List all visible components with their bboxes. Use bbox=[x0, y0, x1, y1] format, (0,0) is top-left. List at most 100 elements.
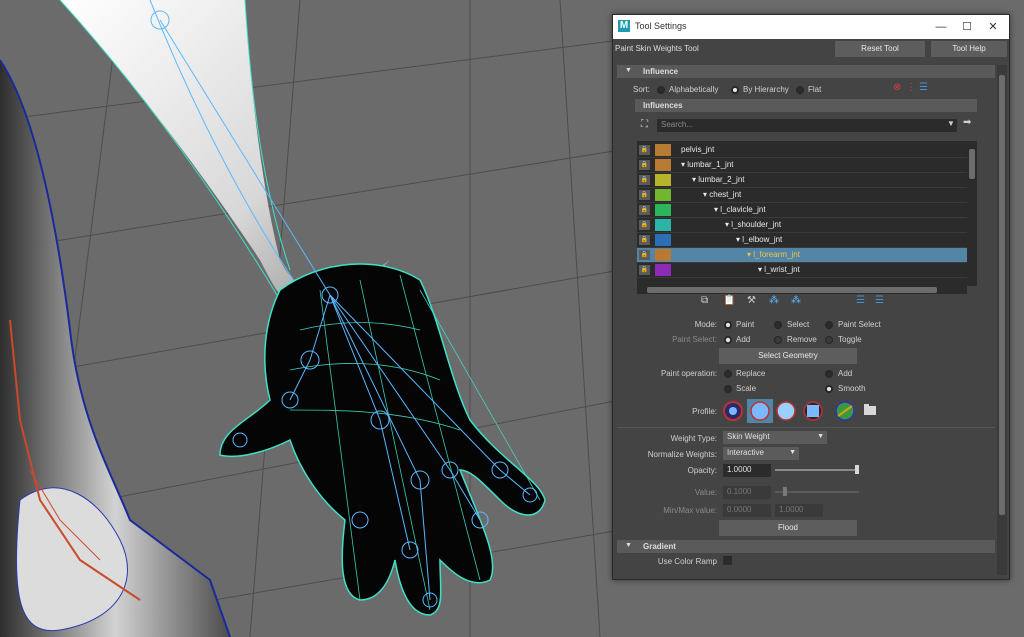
influence-row[interactable]: 🔒 ▾ lumbar_2_jnt bbox=[637, 173, 967, 188]
mode-paint-radio[interactable] bbox=[724, 321, 732, 329]
paint-select-remove-label: Remove bbox=[787, 335, 817, 344]
flood-button[interactable]: Flood bbox=[719, 520, 857, 536]
paint-select-label: Paint Select: bbox=[672, 335, 717, 344]
influence-color-swatch[interactable] bbox=[655, 189, 671, 201]
influences-subheader[interactable]: Influences bbox=[635, 99, 977, 112]
lock-icon[interactable]: 🔒 bbox=[639, 265, 650, 275]
move-weights-icon[interactable]: ⁂ bbox=[769, 295, 779, 306]
minimize-button[interactable]: — bbox=[929, 18, 953, 36]
lock-icon[interactable]: 🔒 bbox=[639, 145, 650, 155]
influence-color-swatch[interactable] bbox=[655, 204, 671, 216]
collapse-triangle-icon: ▼ bbox=[625, 542, 632, 549]
weight-type-label: Weight Type: bbox=[670, 434, 717, 443]
expand-all-icon[interactable]: ☰ bbox=[856, 295, 865, 306]
normalize-weights-label: Normalize Weights: bbox=[647, 450, 717, 459]
opacity-slider-track[interactable] bbox=[775, 469, 859, 471]
influences-header-label: Influences bbox=[643, 101, 683, 110]
profile-soft-icon[interactable] bbox=[750, 401, 770, 421]
influence-color-swatch[interactable] bbox=[655, 144, 671, 156]
collapse-all-icon[interactable]: ☰ bbox=[875, 295, 884, 306]
profile-image-icon[interactable] bbox=[835, 401, 855, 421]
profile-square-icon[interactable] bbox=[803, 401, 823, 421]
weight-hammer-icon[interactable]: ⚒ bbox=[747, 295, 756, 306]
influence-color-swatch[interactable] bbox=[655, 174, 671, 186]
value-slider-track[interactable] bbox=[775, 491, 859, 493]
sort-flat-radio[interactable] bbox=[796, 86, 804, 94]
paste-weights-icon[interactable]: 📋 bbox=[723, 295, 735, 306]
profile-gaussian-icon[interactable] bbox=[723, 401, 743, 421]
lock-icon[interactable]: 🔒 bbox=[639, 220, 650, 230]
tool-help-button[interactable]: Tool Help bbox=[931, 41, 1007, 57]
paint-select-add-radio[interactable] bbox=[724, 336, 732, 344]
opacity-slider-knob[interactable] bbox=[855, 465, 859, 474]
lock-icon[interactable]: 🔒 bbox=[639, 205, 650, 215]
maximize-button[interactable]: ☐ bbox=[955, 18, 979, 36]
value-label: Value: bbox=[694, 488, 717, 497]
gradient-frame-header[interactable]: ▼ Gradient bbox=[617, 540, 995, 553]
window-titlebar[interactable]: M Tool Settings — ☐ ✕ bbox=[613, 15, 1009, 39]
expand-list-icon[interactable]: ⋮ bbox=[906, 82, 916, 93]
influence-color-swatch[interactable] bbox=[655, 264, 671, 276]
operation-scale-radio[interactable] bbox=[724, 385, 732, 393]
filter-icon[interactable]: ⊗ bbox=[893, 82, 901, 93]
influence-row[interactable]: 🔒 ▾ l_clavicle_jnt bbox=[637, 203, 967, 218]
lock-icon[interactable]: 🔒 bbox=[639, 190, 650, 200]
lock-icon[interactable]: 🔒 bbox=[639, 250, 650, 260]
operation-smooth-radio[interactable] bbox=[825, 385, 833, 393]
tree-scrollbar[interactable] bbox=[967, 141, 977, 286]
max-value-field[interactable]: 1.0000 bbox=[775, 504, 823, 517]
value-slider-knob[interactable] bbox=[783, 487, 787, 496]
lock-icon[interactable]: 🔒 bbox=[639, 235, 650, 245]
search-filter-icon[interactable]: ⛶ bbox=[641, 119, 648, 130]
influence-row[interactable]: 🔒 ▾ lumbar_1_jnt bbox=[637, 158, 967, 173]
profile-solid-icon[interactable] bbox=[776, 401, 796, 421]
folder-icon[interactable] bbox=[864, 404, 876, 415]
search-options-icon[interactable]: ➡ bbox=[963, 117, 971, 128]
influence-frame-header[interactable]: ▼ Influence bbox=[617, 65, 995, 78]
influence-row[interactable]: 🔒 ▾ chest_jnt bbox=[637, 188, 967, 203]
influence-row[interactable]: 🔒 pelvis_jnt bbox=[637, 143, 967, 158]
tree-hscrollbar[interactable] bbox=[637, 286, 967, 294]
operation-replace-radio[interactable] bbox=[724, 370, 732, 378]
mode-paint-select-radio[interactable] bbox=[825, 321, 833, 329]
section-divider bbox=[617, 427, 995, 428]
influence-row[interactable]: 🔒 ▾ l_forearm_jnt bbox=[637, 248, 967, 263]
opacity-field[interactable]: 1.0000 bbox=[723, 464, 771, 477]
weight-type-dropdown[interactable]: Skin Weight ▼ bbox=[723, 431, 827, 444]
lock-icon[interactable]: 🔒 bbox=[639, 160, 650, 170]
influence-search-input[interactable]: Search... bbox=[657, 119, 957, 132]
select-geometry-button[interactable]: Select Geometry bbox=[719, 348, 857, 364]
reset-tool-button[interactable]: Reset Tool bbox=[835, 41, 925, 57]
influence-color-swatch[interactable] bbox=[655, 159, 671, 171]
paint-select-toggle-radio[interactable] bbox=[825, 336, 833, 344]
panel-scrollbar-thumb[interactable] bbox=[999, 75, 1005, 515]
normalize-weights-dropdown[interactable]: Interactive ▼ bbox=[723, 447, 799, 460]
influence-color-swatch[interactable] bbox=[655, 249, 671, 261]
paint-select-remove-radio[interactable] bbox=[774, 336, 782, 344]
sort-alphabetically-radio[interactable] bbox=[657, 86, 665, 94]
tree-scrollbar-thumb[interactable] bbox=[969, 149, 975, 179]
search-dropdown-icon[interactable]: ▼ bbox=[947, 119, 955, 128]
influence-row[interactable]: 🔒 ▾ l_shoulder_jnt bbox=[637, 218, 967, 233]
tool-settings-window[interactable]: M Tool Settings — ☐ ✕ Paint Skin Weights… bbox=[612, 14, 1010, 580]
tree-hscrollbar-thumb[interactable] bbox=[647, 287, 937, 293]
window-title: Tool Settings bbox=[635, 21, 687, 31]
copy-weights-icon[interactable]: ⧉ bbox=[701, 295, 708, 306]
close-button[interactable]: ✕ bbox=[981, 18, 1005, 36]
operation-add-radio[interactable] bbox=[825, 370, 833, 378]
list-options-icon[interactable]: ☰ bbox=[919, 82, 928, 93]
influence-row[interactable]: 🔒 ▾ l_wrist_jnt bbox=[637, 263, 967, 278]
influence-color-swatch[interactable] bbox=[655, 219, 671, 231]
lock-icon[interactable]: 🔒 bbox=[639, 175, 650, 185]
influence-row[interactable]: 🔒 ▾ l_elbow_jnt bbox=[637, 233, 967, 248]
sort-label: Sort: bbox=[633, 85, 650, 94]
influence-color-swatch[interactable] bbox=[655, 234, 671, 246]
use-color-ramp-checkbox[interactable] bbox=[723, 556, 732, 565]
show-influences-icon[interactable]: ⁂ bbox=[791, 295, 801, 306]
sort-by-hierarchy-radio[interactable] bbox=[731, 86, 739, 94]
min-value-field[interactable]: 0.0000 bbox=[723, 504, 771, 517]
panel-scrollbar[interactable] bbox=[997, 65, 1007, 575]
mode-select-radio[interactable] bbox=[774, 321, 782, 329]
value-field[interactable]: 0.1000 bbox=[723, 486, 771, 499]
influence-tree[interactable]: 🔒 pelvis_jnt 🔒 ▾ lumbar_1_jnt 🔒 ▾ lumbar_2_jn… bbox=[637, 141, 977, 286]
